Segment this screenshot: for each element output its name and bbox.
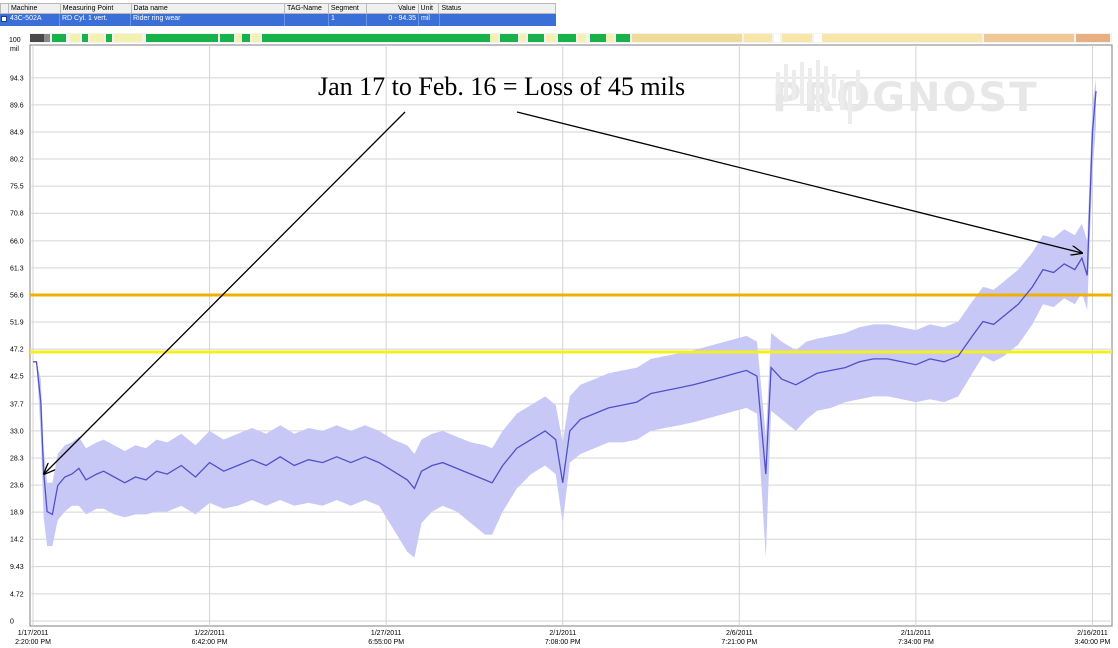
watermark-logo-bar [824,66,828,106]
x-tick-time: 7:21:00 PM [721,639,757,646]
annotation-text: Jan 17 to Feb. 16 = Loss of 45 mils [318,72,685,101]
y-tick-label: 56.6 [10,292,24,299]
status-segment [70,34,80,42]
status-segment [500,34,518,42]
watermark-logo-bar [848,86,852,124]
status-segment [984,34,1074,42]
y-tick-label: 75.5 [10,184,24,191]
y-tick-label: 37.7 [10,401,24,408]
status-segment [236,34,242,42]
status-segment [520,34,526,42]
y-axis-unit: mil [10,46,19,53]
status-segment [242,34,250,42]
status-segment [114,34,142,42]
status-segment [774,34,780,42]
y-tick-label: 94.3 [10,75,24,82]
watermark-logo-bar [792,70,796,100]
status-segment [44,34,50,42]
status-segment [822,34,912,42]
y-tick-label: 84.9 [10,129,24,136]
status-segment [106,34,112,42]
y-tick-label: 18.9 [10,510,24,517]
status-segment [578,34,586,42]
y-tick-label: 42.5 [10,374,24,381]
x-tick-time: 2:20:00 PM [15,639,51,646]
watermark-logo-bar [816,60,820,112]
x-tick-date: 2/16/2011 [1077,630,1108,637]
status-segment [558,34,576,42]
status-segment [252,34,260,42]
status-segment [590,34,606,42]
x-tick-date: 1/22/2011 [194,630,225,637]
x-tick-time: 3:40:00 PM [1075,639,1111,646]
status-segment [814,34,822,42]
status-segment [220,34,234,42]
x-tick-date: 1/17/2011 [18,630,49,637]
status-segment [528,34,544,42]
status-segment [616,34,630,42]
status-segment [262,34,490,42]
y-tick-label: 47.2 [10,347,24,354]
status-segment [606,34,614,42]
watermark-logo-bar [808,68,812,104]
x-tick-date: 1/27/2011 [371,630,402,637]
status-segment [52,34,66,42]
status-segment [912,34,982,42]
status-segment [82,34,88,42]
y-tick-label: 0 [10,619,14,626]
y-tick-label: 23.6 [10,483,24,490]
status-segment [90,34,104,42]
status-segment [490,34,498,42]
y-tick-label: 80.2 [10,157,24,164]
watermark-logo-bar [784,64,788,102]
watermark-logo-bar [840,80,844,110]
x-tick-date: 2/11/2011 [901,630,931,637]
status-segment [30,34,44,42]
y-tick-label: 66.0 [10,238,24,245]
status-segment [1076,34,1110,42]
status-segment [146,34,218,42]
x-tick-time: 6:42:00 PM [192,639,228,646]
y-tick-label: 14.2 [10,537,24,544]
y-axis-top-label: 100 [9,37,21,44]
watermark-logo-bar [832,74,836,98]
status-segment [546,34,556,42]
y-tick-label: 89.6 [10,102,24,109]
x-tick-date: 2/6/2011 [726,630,753,637]
x-tick-time: 7:08:00 PM [545,639,581,646]
status-segment [744,34,772,42]
status-segment [632,34,742,42]
wear-trend-chart[interactable]: PROGNOST 94.389.684.980.275.570.866.061.… [0,0,1118,648]
x-tick-date: 2/1/2011 [549,630,576,637]
y-axis-ticks: 94.3 89.6 84.9 80.2 75.5 70.8 66.0 61.3 56.6 51.9… [10,75,24,625]
watermark-logo-bar [776,72,780,94]
status-strip-segments [30,34,1110,42]
x-tick-time: 6:55:00 PM [368,639,404,646]
y-tick-label: 61.3 [10,265,24,272]
watermark-logo-bar [856,70,860,100]
y-tick-label: 51.9 [10,320,24,327]
x-tick-time: 7:34:00 PM [898,639,934,646]
y-tick-label: 4.72 [10,591,24,598]
y-tick-label: 70.8 [10,211,24,218]
y-tick-label: 9.43 [10,564,24,571]
status-segment [782,34,812,42]
y-tick-label: 28.3 [10,455,24,462]
watermark-logo-bar [800,62,804,106]
y-tick-label: 33.0 [10,428,24,435]
